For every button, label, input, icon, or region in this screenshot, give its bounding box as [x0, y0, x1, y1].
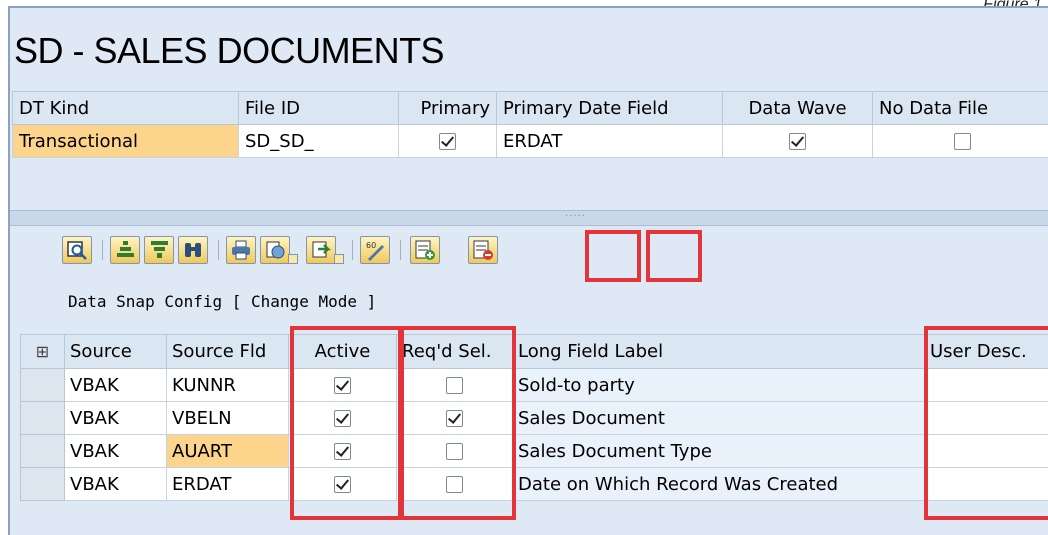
long-field-label-cell: Sold-to party — [512, 368, 925, 402]
sort-ascending-icon[interactable] — [110, 236, 140, 264]
primary-checkbox[interactable] — [439, 133, 456, 150]
no-data-file-checkbox[interactable] — [954, 133, 971, 150]
table-row: VBAK ERDAT Date on Which Record Was Crea… — [20, 467, 1048, 501]
col-data-wave[interactable]: Data Wave — [722, 91, 873, 125]
splitter-bar[interactable]: ····· — [10, 210, 1048, 226]
col-primary[interactable]: Primary — [398, 91, 497, 125]
svg-text:60: 60 — [366, 241, 376, 250]
table-settings-cell: ⊞ — [20, 334, 65, 369]
active-column-highlight — [290, 326, 402, 520]
primary-date-field-cell[interactable]: ERDAT — [496, 124, 723, 158]
source-fld-cell[interactable]: VBELN — [166, 401, 289, 435]
col-file-id[interactable]: File ID — [238, 91, 399, 125]
primary-cell — [398, 124, 497, 158]
row-selector[interactable] — [20, 467, 65, 501]
col-source[interactable]: Source — [64, 334, 167, 369]
row-selector[interactable] — [20, 434, 65, 468]
find-icon[interactable] — [178, 236, 208, 264]
data-wave-cell — [722, 124, 873, 158]
mode-label: Data Snap Config [ Change Mode ] — [68, 292, 377, 311]
page-title: SD - SALES DOCUMENTS — [14, 30, 445, 71]
col-long-field-label[interactable]: Long Field Label — [512, 334, 925, 369]
col-no-data-file[interactable]: No Data File — [872, 91, 1048, 125]
user-desc-column-highlight — [924, 326, 1048, 520]
col-dt-kind[interactable]: DT Kind — [12, 91, 239, 125]
toolbar-separator — [102, 240, 103, 260]
reqd-sel-column-highlight — [400, 326, 516, 520]
table-row: VBAK VBELN Sales Document — [20, 401, 1048, 435]
insert-row-highlight — [585, 230, 641, 282]
col-source-fld[interactable]: Source Fld — [166, 334, 289, 369]
source-cell[interactable]: VBAK — [64, 401, 167, 435]
table-row: VBAK AUART Sales Document Type — [20, 434, 1048, 468]
table-row: VBAK KUNNR Sold-to party — [20, 368, 1048, 402]
source-fld-cell[interactable]: KUNNR — [166, 368, 289, 402]
source-cell[interactable]: VBAK — [64, 467, 167, 501]
table-header-row: ⊞ Source Source Fld Active Req'd Sel. Lo… — [20, 334, 1048, 369]
source-fld-cell[interactable]: ERDAT — [166, 467, 289, 501]
export-dropdown-icon[interactable] — [288, 254, 298, 264]
file-id-cell[interactable]: SD_SD_ — [238, 124, 399, 158]
delete-row-highlight — [646, 230, 702, 282]
insert-row-icon[interactable] — [410, 236, 440, 264]
table-header-row: DT Kind File ID Primary Primary Date Fie… — [12, 91, 1048, 125]
no-data-file-cell — [872, 124, 1048, 158]
row-selector[interactable] — [20, 368, 65, 402]
long-field-label-cell: Date on Which Record Was Created — [512, 467, 925, 501]
doc-type-table: DT Kind File ID Primary Primary Date Fie… — [12, 91, 1048, 158]
layout-icon[interactable] — [306, 236, 336, 264]
source-cell[interactable]: VBAK — [64, 368, 167, 402]
splitter-grip-icon[interactable]: ····· — [565, 211, 586, 222]
field-config-table: ⊞ Source Source Fld Active Req'd Sel. Lo… — [20, 334, 1048, 501]
source-fld-cell[interactable]: AUART — [166, 434, 289, 468]
details-icon[interactable] — [62, 236, 92, 264]
data-wave-checkbox[interactable] — [789, 133, 806, 150]
edit-icon[interactable]: 60 — [360, 236, 390, 264]
sap-window: SD - SALES DOCUMENTS DT Kind File ID Pri… — [8, 6, 1048, 535]
toolbar-separator — [352, 240, 353, 260]
row-selector[interactable] — [20, 401, 65, 435]
long-field-label-cell: Sales Document Type — [512, 434, 925, 468]
delete-row-icon[interactable] — [468, 236, 498, 264]
filter-icon[interactable] — [144, 236, 174, 264]
toolbar-separator — [400, 240, 401, 260]
print-icon[interactable] — [226, 236, 256, 264]
toolbar-separator — [218, 240, 219, 260]
long-field-label-cell: Sales Document — [512, 401, 925, 435]
layout-dropdown-icon[interactable] — [334, 254, 344, 264]
dt-kind-cell[interactable]: Transactional — [12, 124, 239, 158]
col-primary-date-field[interactable]: Primary Date Field — [496, 91, 723, 125]
table-row: Transactional SD_SD_ ERDAT — [12, 124, 1048, 158]
source-cell[interactable]: VBAK — [64, 434, 167, 468]
export-icon[interactable] — [260, 236, 290, 264]
table-settings-icon[interactable]: ⊞ — [36, 342, 49, 361]
